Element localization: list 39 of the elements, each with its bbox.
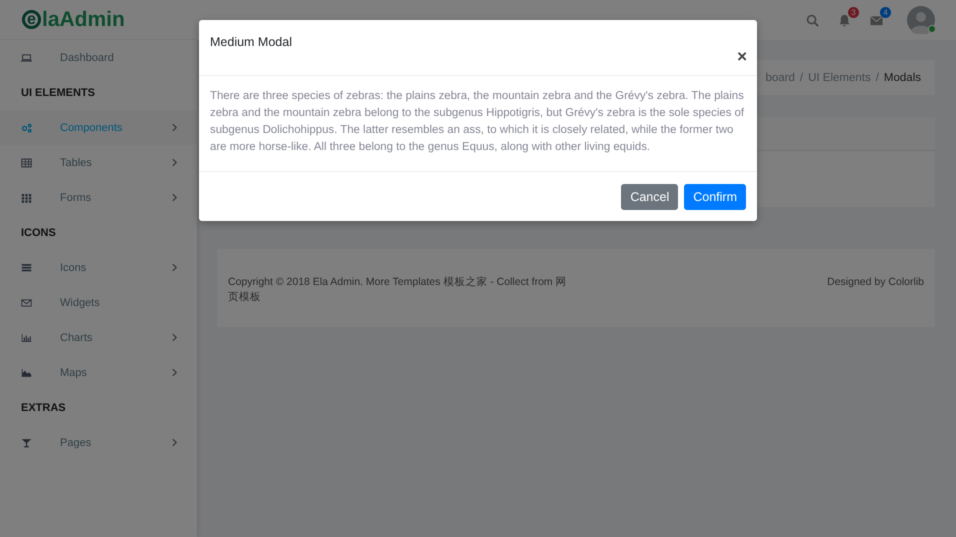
copyright-text: Copyright © 2018 Ela Admin. More Templates 模板之家 - Collect from 网页模板 (228, 275, 568, 305)
cancel-button[interactable]: Cancel (621, 184, 678, 210)
avatar[interactable] (907, 6, 935, 34)
sidebar-heading: UI ELEMENTS (20, 86, 96, 100)
close-button[interactable]: × (737, 48, 747, 65)
sidebar-heading: ICONS (20, 226, 57, 240)
breadcrumb-separator: / (800, 72, 804, 84)
breadcrumb-link[interactable]: Modals (884, 72, 921, 84)
bars-icon (21, 332, 32, 342)
laptop-icon (21, 52, 32, 62)
sidebar-item[interactable]: Charts (0, 320, 197, 355)
envelope-icon (21, 298, 32, 308)
glass-icon (21, 438, 32, 448)
sidebar-item[interactable]: Forms (0, 180, 197, 215)
message-count: 4 (880, 6, 891, 18)
breadcrumb-link[interactable]: board (765, 72, 795, 84)
notification-count: 3 (848, 6, 859, 18)
sidebar-item[interactable]: Components (0, 110, 197, 145)
modal-body-text: There are three species of zebras: the plains zebra, the mountain zebra and the Grévy's zebra. The plains zebra and the mountain zebra belong to the subgenus Hippotigris, but Grévy's zebra is the sole species of subgenus Dolichohippus. The latter resembles an ass, to which it is closely related, while the former two are more horse-like. All three belong to the genus Equus, along with other living equids. (210, 89, 746, 155)
cogs-icon (21, 122, 32, 132)
sidebar-item[interactable]: Maps (0, 355, 197, 390)
bell-icon[interactable] (838, 14, 851, 26)
sidebar-item[interactable]: Pages (0, 425, 197, 460)
breadcrumb-separator: / (876, 72, 879, 84)
breadcrumb-link[interactable]: UI Elements (808, 72, 871, 84)
sidebar-heading: EXTRAS (20, 400, 67, 416)
table-icon (21, 158, 32, 168)
list-icon (21, 262, 32, 272)
sidebar-item[interactable]: Icons (0, 250, 197, 285)
sidebar-item[interactable]: Dashboard (0, 40, 197, 75)
envelope-icon[interactable] (870, 14, 883, 26)
area-icon (21, 368, 32, 378)
modal-title: Medium Modal (210, 35, 292, 49)
grid-icon (21, 192, 32, 202)
sidebar-item[interactable]: Widgets (0, 285, 197, 320)
search-icon[interactable] (806, 14, 819, 26)
confirm-button[interactable]: Confirm (684, 184, 746, 210)
sidebar-item[interactable]: Tables (0, 145, 197, 180)
credit-text: Designed by Colorlib (827, 275, 924, 290)
